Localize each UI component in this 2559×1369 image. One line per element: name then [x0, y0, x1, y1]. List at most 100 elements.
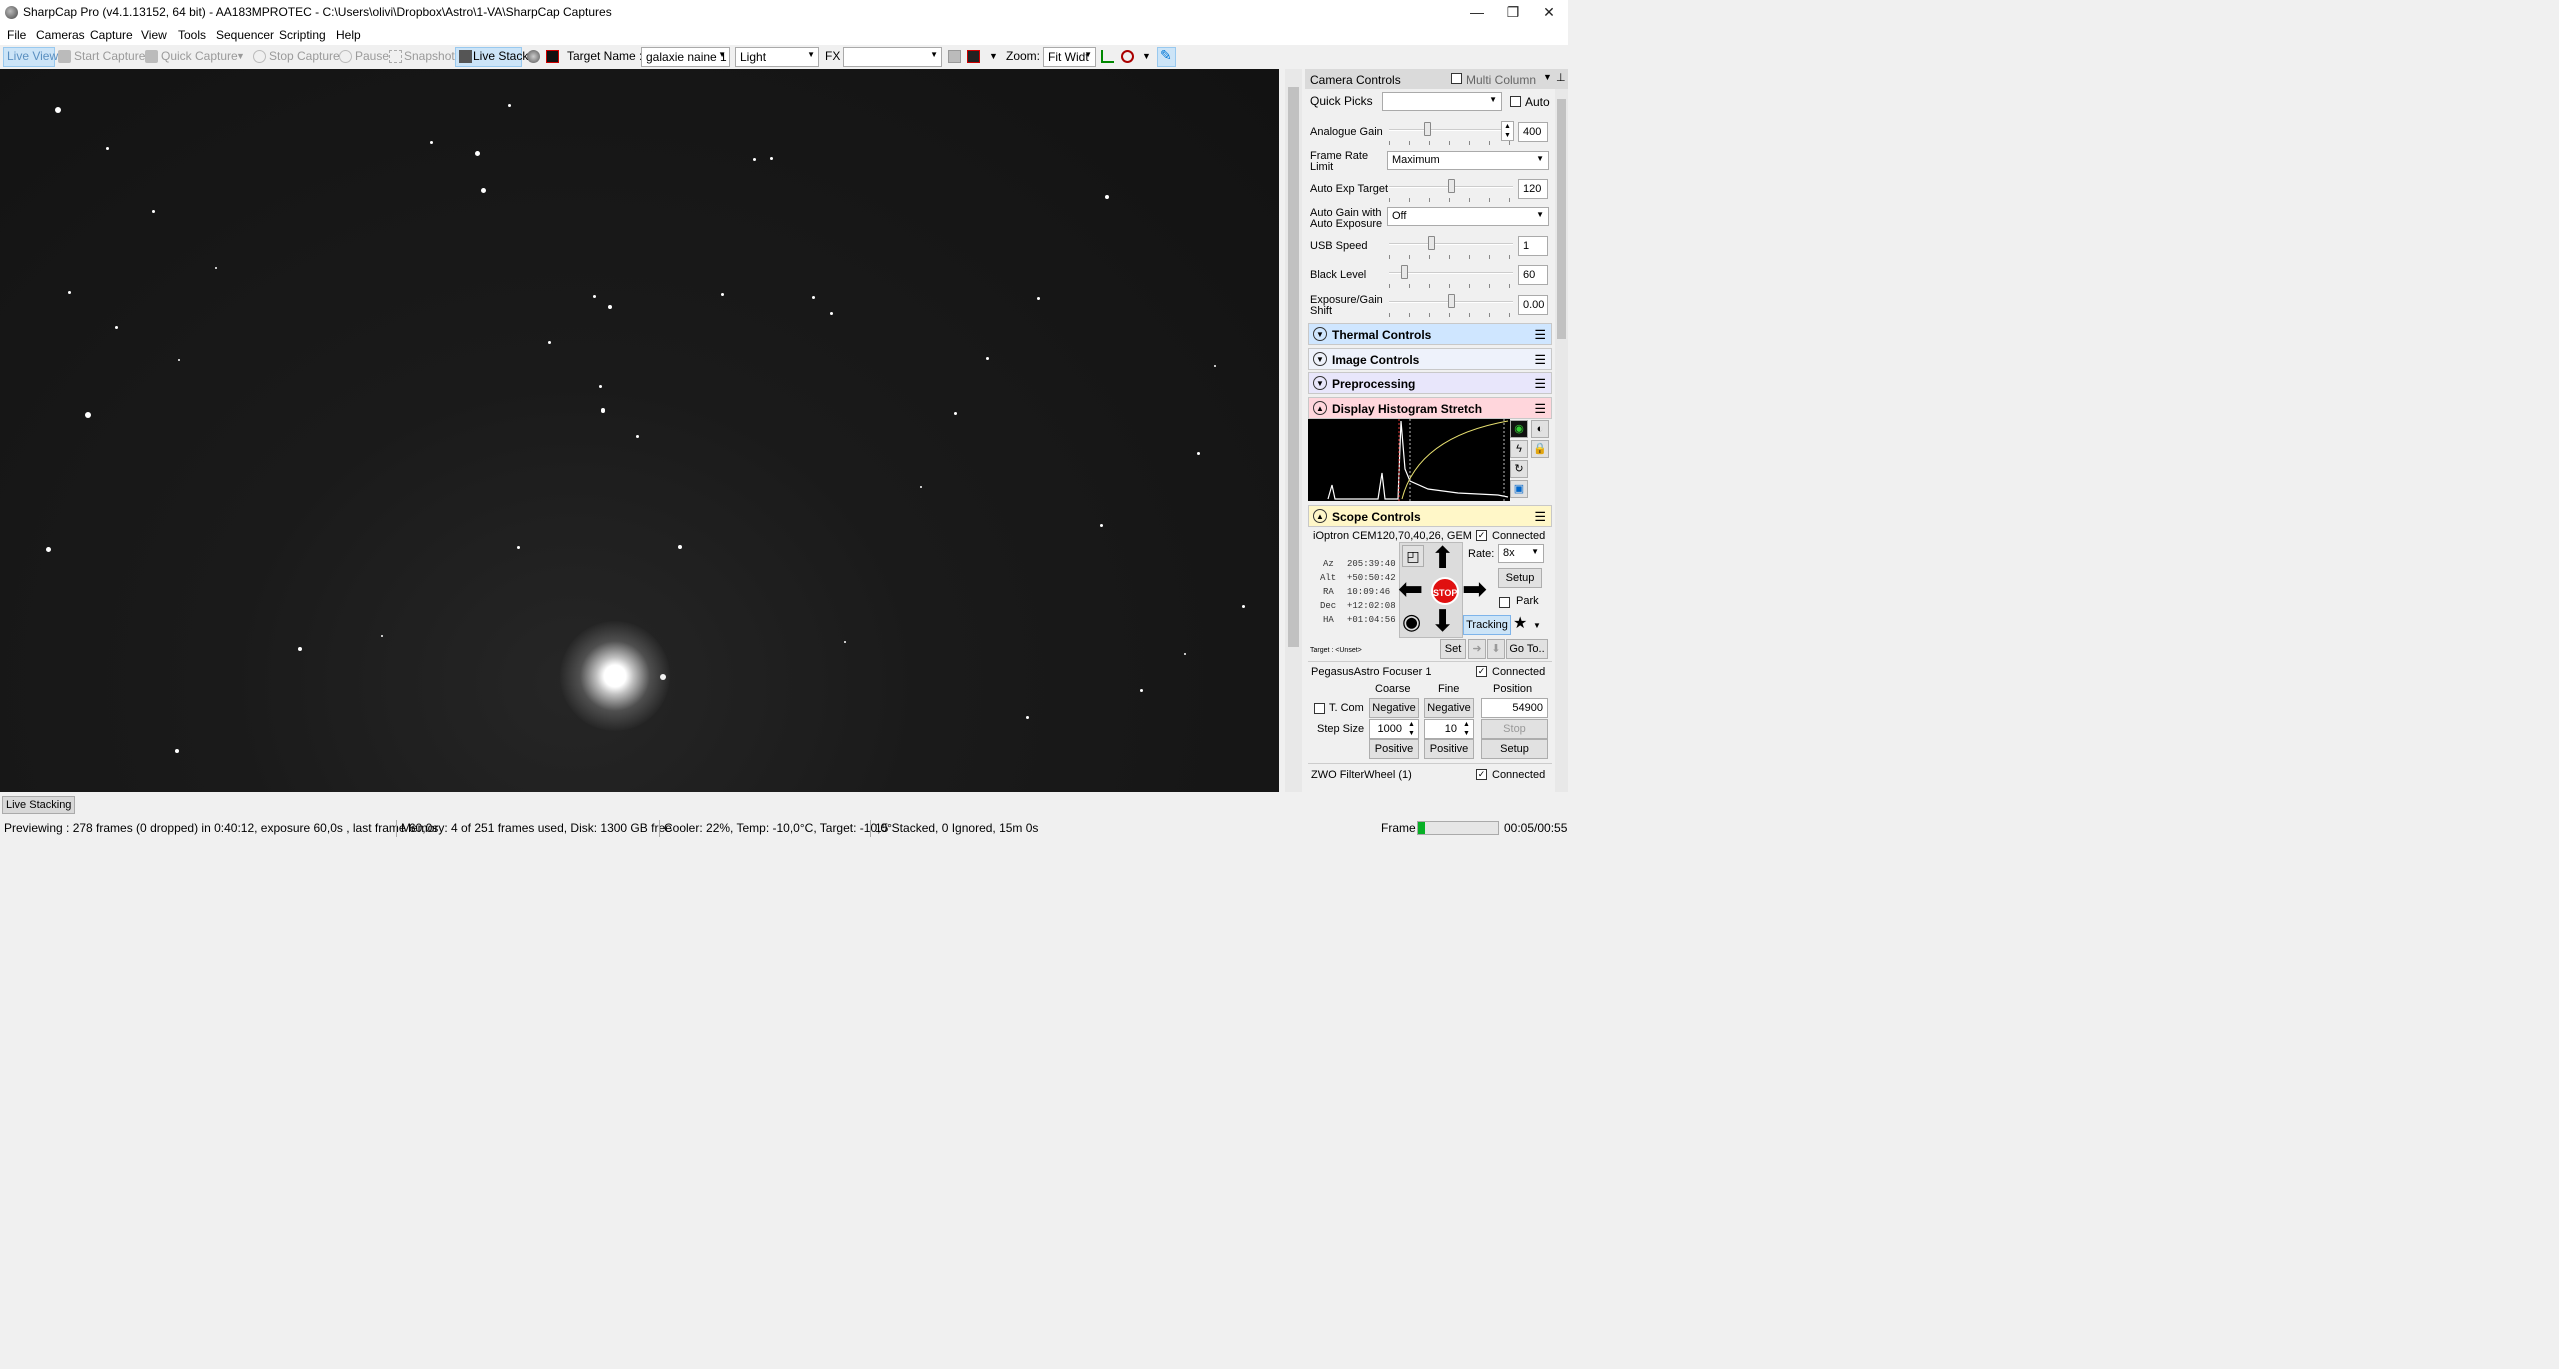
auto-exp-slider[interactable] [1389, 179, 1513, 193]
park-checkbox[interactable] [1499, 597, 1510, 608]
filterwheel-connected-checkbox[interactable]: ✓ [1476, 769, 1487, 780]
hamburger-icon[interactable]: ☰ [1534, 509, 1546, 525]
stop-capture-button[interactable]: Stop Capture [269, 49, 340, 63]
live-stack-button[interactable]: Live Stack [473, 49, 528, 63]
panel-scrollbar[interactable] [1555, 89, 1568, 792]
menu-view[interactable]: View [141, 28, 167, 42]
focuser-position-value[interactable]: 54900 [1481, 698, 1548, 718]
hamburger-icon[interactable]: ☰ [1534, 376, 1546, 392]
scrollbar-thumb[interactable] [1288, 87, 1299, 647]
pin-icon[interactable]: ⊥ [1556, 71, 1566, 84]
lock-icon[interactable]: 🔒 [1531, 440, 1549, 458]
coarse-step-spin-icon[interactable]: ▲ ▼ [1408, 720, 1415, 738]
reticle-icon[interactable] [948, 50, 961, 63]
star-icon[interactable]: ★ [1513, 615, 1527, 633]
slider-knob[interactable] [1447, 294, 1455, 308]
stop-button[interactable]: STOP [1431, 577, 1459, 605]
image-viewer[interactable] [0, 69, 1279, 792]
multi-column-checkbox[interactable] [1451, 73, 1462, 84]
auto-stretch-icon[interactable]: ◉ [1510, 420, 1528, 438]
sync-arrow-icon[interactable]: ➜ [1468, 639, 1486, 659]
menu-scripting[interactable]: Scripting [279, 28, 326, 42]
exposure-gain-slider[interactable] [1389, 294, 1513, 308]
coarse-negative-button[interactable]: Negative [1369, 698, 1419, 718]
north-arrow-icon[interactable]: ⬆ [1430, 544, 1455, 574]
histogram-icon[interactable] [1101, 50, 1114, 63]
hamburger-icon[interactable]: ☰ [1534, 401, 1546, 417]
live-view-button[interactable]: Live View [7, 49, 58, 63]
auto-gain-dropdown[interactable]: Off ▼ [1387, 207, 1549, 226]
reset-icon[interactable]: ↻ [1510, 460, 1528, 478]
menu-cameras[interactable]: Cameras [36, 28, 85, 42]
quick-capture-dropdown-icon[interactable]: ▼ [236, 51, 245, 61]
fx-combo[interactable]: ▼ [843, 47, 942, 67]
menu-tools[interactable]: Tools [178, 28, 206, 42]
exposure-gain-value[interactable]: 0.00 [1518, 295, 1548, 315]
menu-sequencer[interactable]: Sequencer [216, 28, 274, 42]
gain-spin-icon[interactable]: ▲ ▼ [1501, 121, 1514, 141]
pause-button[interactable]: Pause [355, 49, 389, 63]
tracking-button[interactable]: Tracking [1463, 615, 1511, 635]
south-arrow-icon[interactable]: ⬇ [1430, 607, 1455, 637]
scope-controls-header[interactable]: ▲ Scope Controls ☰ [1308, 505, 1552, 527]
start-capture-button[interactable]: Start Capture [74, 49, 145, 63]
frame-type-combo[interactable]: Light ▼ [735, 47, 819, 67]
slider-knob[interactable] [1424, 122, 1432, 136]
temp-comp-checkbox[interactable] [1314, 703, 1325, 714]
coarse-positive-button[interactable]: Positive [1369, 739, 1419, 759]
panel-scrollbar-thumb[interactable] [1557, 99, 1566, 339]
magnifier-dropdown-icon[interactable]: ▼ [1142, 51, 1151, 61]
save-icon[interactable]: ▣ [1510, 480, 1528, 498]
rate-dropdown[interactable]: 8x ▼ [1498, 544, 1544, 563]
moon-icon[interactable] [527, 50, 540, 63]
target-name-combo[interactable]: galaxie naine 1 ▼ [641, 47, 730, 67]
analogue-gain-value[interactable]: 400 [1518, 122, 1548, 142]
black-level-value[interactable]: 60 [1518, 265, 1548, 285]
mount-connected-checkbox[interactable]: ✓ [1476, 530, 1487, 541]
viewer-scrollbar[interactable] [1285, 69, 1302, 792]
black-level-slider[interactable] [1389, 265, 1513, 279]
overlay-dropdown-icon[interactable]: ▼ [989, 51, 998, 61]
slider-knob[interactable] [1447, 179, 1455, 193]
west-arrow-icon[interactable]: ⬅ [1398, 575, 1423, 605]
magnifier-icon[interactable] [1121, 50, 1134, 63]
close-button[interactable]: ✕ [1531, 0, 1567, 25]
lightning-icon[interactable]: ϟ [1510, 440, 1528, 458]
goto-button[interactable]: Go To.. [1506, 639, 1548, 659]
menu-file[interactable]: File [7, 28, 26, 42]
snapshot-button[interactable]: Snapshot [404, 49, 455, 63]
tracking-dropdown-icon[interactable]: ▼ [1533, 620, 1541, 632]
down-arrow-icon[interactable]: ⬇ [1487, 639, 1505, 659]
target-icon[interactable]: ◉ [1402, 607, 1421, 637]
slider-knob[interactable] [1400, 265, 1408, 279]
quick-picks-dropdown[interactable]: ▼ [1382, 92, 1502, 111]
quick-capture-button[interactable]: Quick Capture [161, 49, 238, 63]
preprocessing-header[interactable]: ▼ Preprocessing ☰ [1308, 372, 1552, 394]
zoom-combo[interactable]: Fit Widt ▼ [1043, 47, 1096, 67]
auto-checkbox[interactable] [1510, 96, 1521, 107]
fine-positive-button[interactable]: Positive [1424, 739, 1474, 759]
minimize-button[interactable]: — [1459, 0, 1495, 25]
hamburger-icon[interactable]: ☰ [1534, 352, 1546, 368]
focuser-setup-button[interactable]: Setup [1481, 739, 1548, 759]
auto-exp-value[interactable]: 120 [1518, 179, 1548, 199]
record-icon[interactable] [546, 50, 559, 63]
focuser-stop-button[interactable]: Stop [1481, 719, 1548, 739]
menu-capture[interactable]: Capture [90, 28, 133, 42]
analogue-gain-slider[interactable] [1389, 122, 1513, 136]
east-arrow-icon[interactable]: ➡ [1462, 575, 1487, 605]
maximize-button[interactable]: ❐ [1495, 0, 1531, 25]
focuser-connected-checkbox[interactable]: ✓ [1476, 666, 1487, 677]
set-button[interactable]: Set [1440, 639, 1466, 659]
slider-knob[interactable] [1427, 236, 1435, 250]
histogram-stretch-header[interactable]: ▲ Display Histogram Stretch ☰ [1308, 397, 1552, 419]
fine-step-spin-icon[interactable]: ▲ ▼ [1463, 720, 1470, 738]
contrast-icon[interactable]: ◐ [1531, 420, 1549, 438]
spiral-search-icon[interactable]: ◰ [1402, 545, 1424, 567]
histogram-display[interactable] [1308, 419, 1510, 501]
image-controls-header[interactable]: ▼ Image Controls ☰ [1308, 348, 1552, 370]
fix-tool-icon[interactable]: ✎ [1160, 47, 1172, 64]
live-stacking-tab[interactable]: Live Stacking [2, 796, 76, 814]
usb-speed-slider[interactable] [1389, 236, 1513, 250]
overlay-icon[interactable] [967, 50, 980, 63]
